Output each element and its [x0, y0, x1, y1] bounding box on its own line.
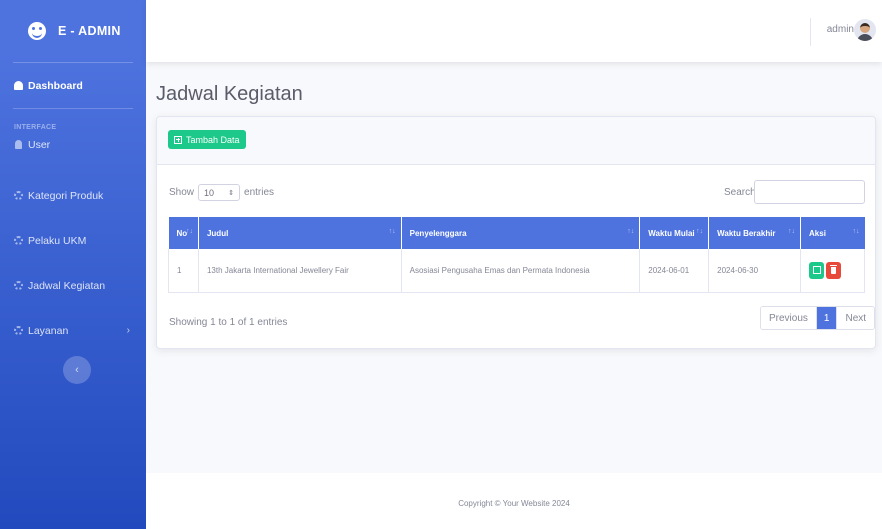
sort-icon: ↑↓	[788, 228, 796, 235]
table-info: Showing 1 to 1 of 1 entries	[169, 317, 288, 328]
column-header-waktu-mulai[interactable]: Waktu Mulai ↑↓	[639, 217, 710, 249]
sort-icon: ↑↓	[852, 228, 860, 235]
brand-name: E - ADMIN	[58, 24, 121, 38]
entries-select[interactable]: 10 ⇕	[198, 184, 241, 201]
cell-no: 1	[168, 249, 199, 293]
cell-judul: 13th Jakarta International Jewellery Fai…	[198, 249, 402, 293]
cog-icon	[14, 191, 23, 200]
sidebar-heading: INTERFACE	[14, 124, 57, 131]
sort-icon: ↑↓	[627, 228, 635, 235]
smile-icon	[28, 22, 46, 40]
sidebar-item-kategori-produk[interactable]: Kategori Produk	[0, 173, 146, 218]
sidebar-item-label: Pelaku UKM	[28, 234, 87, 247]
sort-icon: ↑↓	[696, 228, 704, 235]
avatar[interactable]	[854, 19, 876, 41]
column-header-waktu-berakhir[interactable]: Waktu Berakhir ↑↓	[708, 217, 802, 249]
entries-label: entries	[244, 187, 275, 198]
entries-length-control: Show 10 ⇕ entries	[169, 184, 274, 201]
page-number-button[interactable]: 1	[816, 307, 838, 329]
next-page-button[interactable]: Next	[837, 307, 875, 329]
entries-value: 10	[204, 187, 215, 198]
cell-penyelenggara: Asosiasi Pengusaha Emas dan Permata Indo…	[401, 249, 641, 293]
topbar-divider	[810, 18, 811, 46]
brand[interactable]: E - ADMIN	[0, 0, 146, 62]
sidebar-item-layanan[interactable]: Layanan ›	[0, 308, 146, 353]
data-table: No ↑↓ Judul ↑↓ Penyelenggara ↑↓ Waktu Mulai…	[168, 217, 865, 293]
select-arrows-icon: ⇕	[228, 189, 235, 197]
sort-icon: ↑↓	[185, 228, 193, 235]
column-header-penyelenggara[interactable]: Penyelenggara ↑↓	[401, 217, 641, 249]
sidebar-item-label: Layanan	[28, 324, 69, 337]
data-card: Tambah Data Show 10 ⇕ entries Search: No…	[156, 116, 876, 349]
column-header-no[interactable]: No ↑↓	[168, 217, 199, 249]
footer: Copyright © Your Website 2024	[146, 473, 882, 529]
previous-page-button[interactable]: Previous	[761, 307, 817, 329]
sort-icon: ↑↓	[388, 228, 396, 235]
sidebar-item-user[interactable]: User	[0, 131, 146, 158]
delete-button[interactable]	[826, 261, 842, 279]
sidebar-item-label: Jadwal Kegiatan	[28, 279, 106, 292]
add-data-button[interactable]: Tambah Data	[168, 130, 246, 149]
edit-button[interactable]	[809, 261, 825, 279]
avatar-body	[857, 34, 873, 41]
sidebar-item-pelaku-ukm[interactable]: Pelaku UKM	[0, 218, 146, 263]
topbar: admin	[146, 0, 882, 62]
plus-square-icon	[174, 135, 182, 144]
chevron-left-icon: ‹	[75, 364, 79, 376]
page-title: Jadwal Kegiatan	[156, 83, 303, 105]
cog-icon	[14, 236, 23, 245]
sidebar-item-label: Kategori Produk	[28, 189, 104, 202]
pagination: Previous 1 Next	[760, 306, 876, 330]
column-header-judul[interactable]: Judul ↑↓	[198, 217, 402, 249]
add-data-label: Tambah Data	[186, 134, 240, 145]
cell-waktu-mulai: 2024-06-01	[639, 249, 710, 293]
user-name[interactable]: admin	[827, 24, 854, 35]
dashboard-icon	[14, 81, 23, 90]
avatar-head	[860, 23, 870, 33]
sidebar-item-label: User	[28, 138, 51, 151]
cog-icon	[14, 281, 23, 290]
table-header-row: No ↑↓ Judul ↑↓ Penyelenggara ↑↓ Waktu Mulai…	[168, 217, 865, 249]
card-header: Tambah Data	[157, 117, 875, 165]
copyright-text: Copyright © Your Website 2024	[458, 499, 570, 508]
chevron-right-icon: ›	[126, 325, 130, 336]
cell-waktu-berakhir: 2024-06-30	[708, 249, 802, 293]
sidebar-item-label: Dashboard	[28, 79, 83, 92]
column-header-aksi[interactable]: Aksi ↑↓	[801, 217, 865, 249]
cog-icon	[14, 326, 23, 335]
search-input[interactable]	[754, 180, 865, 204]
user-icon	[15, 140, 22, 149]
sidebar-toggle-button[interactable]: ‹	[63, 356, 91, 384]
show-label: Show	[169, 187, 195, 198]
sidebar-item-jadwal-kegiatan[interactable]: Jadwal Kegiatan	[0, 263, 146, 308]
cell-aksi	[800, 249, 865, 293]
sidebar-item-dashboard[interactable]: Dashboard	[0, 63, 146, 108]
table-row: 1 13th Jakarta International Jewellery F…	[168, 249, 865, 293]
sidebar: E - ADMIN Dashboard INTERFACE User Kateg…	[0, 0, 146, 529]
sidebar-divider	[13, 108, 133, 109]
